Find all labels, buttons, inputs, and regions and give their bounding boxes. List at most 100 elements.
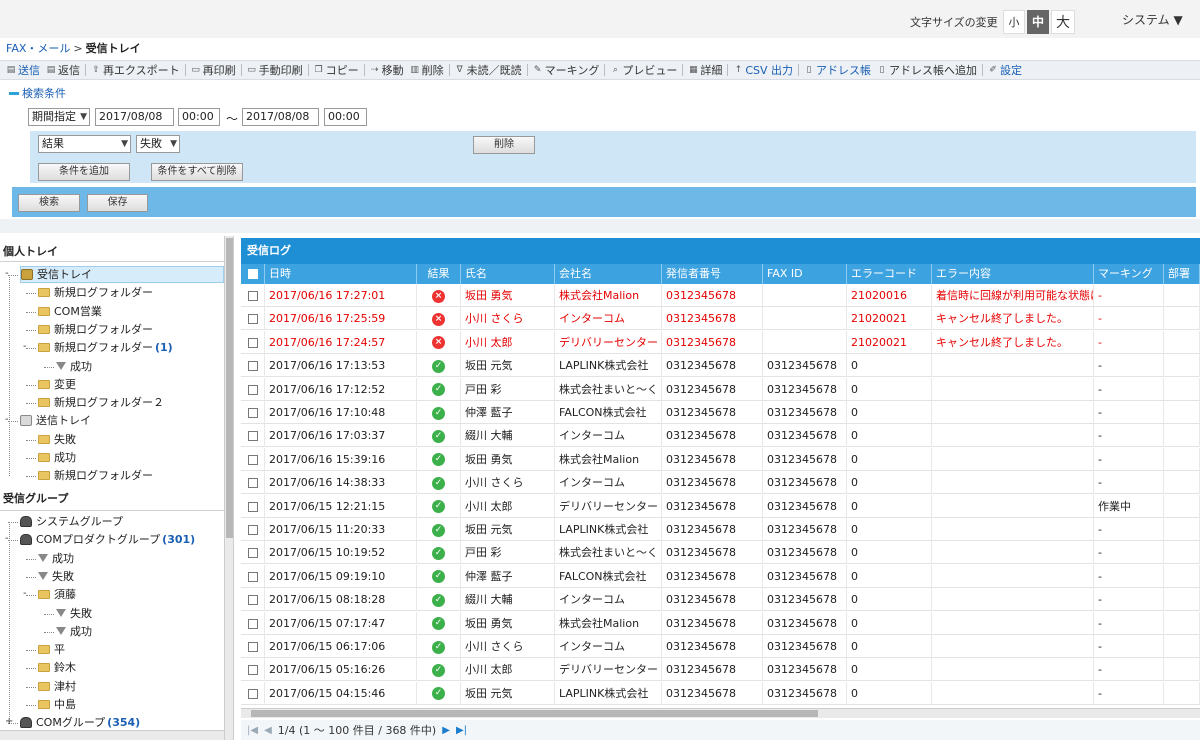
row-checkbox[interactable] [247, 525, 258, 535]
tree-horizontal-scrollbar[interactable] [0, 730, 224, 740]
row-checkbox[interactable] [247, 595, 258, 606]
next-page-icon[interactable]: ▶ [442, 725, 450, 736]
column-header[interactable]: FAX ID [763, 264, 847, 284]
tree-node[interactable]: 変更 [38, 376, 76, 393]
table-horizontal-scrollbar[interactable] [241, 708, 1200, 718]
tree-node[interactable]: 失敗 [56, 605, 92, 622]
toolbar-button-15[interactable]: ✐ 設定 [988, 62, 1028, 78]
row-checkbox[interactable] [247, 454, 258, 465]
last-page-icon[interactable]: ▶| [456, 725, 467, 736]
toolbar-button-0[interactable]: ▤ 送信 [6, 62, 46, 78]
tree-node[interactable]: 受信トレイ [20, 266, 224, 283]
row-checkbox[interactable] [247, 642, 258, 652]
toolbar-button-14[interactable]: ▯ アドレス帳へ追加 [877, 62, 983, 78]
row-checkbox[interactable] [247, 431, 258, 442]
search-conditions-toggle[interactable]: 検索条件 [9, 85, 66, 101]
tree-node[interactable]: 成功 [56, 358, 92, 375]
toolbar-button-13[interactable]: ▯ アドレス帳 [804, 62, 877, 78]
condition-field-select[interactable]: 結果 ▼ [38, 135, 131, 153]
system-menu[interactable]: システム ▼ [1122, 11, 1183, 28]
add-condition-button[interactable]: 条件を追加 [38, 163, 130, 181]
toolbar-button-9[interactable]: ✎ マーキング [533, 62, 606, 78]
row-checkbox[interactable] [247, 384, 258, 395]
row-checkbox[interactable] [247, 478, 258, 489]
tree-node[interactable]: COM営業 [38, 303, 102, 320]
toolbar-button-1[interactable]: ▤ 返信 [46, 62, 86, 78]
toolbar-button-11[interactable]: ▦ 詳細 [688, 62, 728, 78]
table-row[interactable]: 2017/06/15 07:17:47 ✓ 坂田 勇気 株式会社Malion 03123… [241, 611, 1200, 635]
select-all-checkbox[interactable] [247, 269, 258, 279]
column-header[interactable]: エラー内容 [932, 264, 1094, 284]
column-header[interactable]: 氏名 [461, 264, 555, 284]
tree-node[interactable]: 津村 [38, 678, 76, 695]
search-button[interactable]: 検索 [18, 194, 80, 212]
tree-node[interactable]: 失敗 [38, 568, 74, 585]
tree-node[interactable]: COMプロダクトグループ (301) [20, 531, 195, 548]
tree-node[interactable]: 平 [38, 641, 65, 658]
table-row[interactable]: 2017/06/15 06:17:06 ✓ 小川 さくら インターコム 03123456… [241, 635, 1200, 658]
tree-node[interactable]: 新規ログフォルダー [38, 321, 153, 338]
column-header[interactable]: 日時 [265, 264, 417, 284]
row-checkbox[interactable] [247, 501, 258, 512]
delete-all-conditions-button[interactable]: 条件をすべて削除 [151, 163, 243, 181]
toolbar-button-2[interactable]: ⇪ 再エクスポート [91, 62, 186, 78]
row-checkbox[interactable] [247, 314, 258, 325]
collapse-icon[interactable]: - [23, 589, 27, 599]
date-from-input[interactable]: 2017/08/08 [95, 108, 174, 126]
toolbar-button-6[interactable]: ⇢ 移動 [370, 62, 410, 78]
first-page-icon[interactable]: |◀ [247, 725, 258, 736]
time-to-input[interactable]: 00:00 [324, 108, 367, 126]
table-row[interactable]: 2017/06/16 17:27:01 × 坂田 勇気 株式会社Malion 03123… [241, 284, 1200, 307]
row-checkbox[interactable] [247, 665, 258, 676]
table-row[interactable]: 2017/06/15 11:20:33 ✓ 坂田 元気 LAPLINK株式会社 0312… [241, 518, 1200, 541]
toolbar-button-3[interactable]: ▭ 再印刷 [191, 62, 242, 78]
toolbar-button-4[interactable]: ▭ 手動印刷 [247, 62, 309, 78]
table-row[interactable]: 2017/06/15 09:19:10 ✓ 仲澤 藍子 FALCON株式会社 03123… [241, 564, 1200, 588]
row-checkbox[interactable] [247, 361, 258, 372]
time-from-input[interactable]: 00:00 [178, 108, 220, 126]
row-checkbox[interactable] [247, 688, 258, 699]
table-row[interactable]: 2017/06/16 17:12:52 ✓ 戸田 彩株式会社まいと～く 0312345… [241, 377, 1200, 401]
collapse-icon[interactable]: - [23, 342, 27, 352]
column-header[interactable]: 会社名 [555, 264, 662, 284]
toolbar-button-5[interactable]: ❐ コピー [314, 62, 365, 78]
breadcrumb-parent-link[interactable]: FAX・メール [6, 42, 70, 55]
tree-node[interactable]: 鈴木 [38, 659, 76, 676]
table-row[interactable]: 2017/06/15 12:21:15 ✓ 小川 太郎 デリバリーセンター 031234… [241, 494, 1200, 518]
row-checkbox[interactable] [247, 291, 258, 301]
save-button[interactable]: 保存 [87, 194, 148, 212]
select-all-cell[interactable] [241, 264, 265, 284]
tree-node[interactable]: システムグループ [20, 513, 123, 530]
row-checkbox[interactable] [247, 571, 258, 582]
period-select[interactable]: 期間指定 ▼ [28, 108, 90, 126]
tree-node[interactable]: 成功 [38, 449, 76, 466]
column-header[interactable]: 部署 [1164, 264, 1200, 284]
previous-page-icon[interactable]: ◀ [264, 725, 272, 736]
table-row[interactable]: 2017/06/16 17:10:48 ✓ 仲澤 藍子 FALCON株式会社 03123… [241, 401, 1200, 424]
column-header[interactable]: マーキング [1094, 264, 1164, 284]
table-row[interactable]: 2017/06/16 17:13:53 ✓ 坂田 元気 LAPLINK株式会社 0312… [241, 354, 1200, 378]
table-row[interactable]: 2017/06/16 17:24:57 × 小川 太郎 デリバリーセンター 031234… [241, 330, 1200, 354]
toolbar-button-10[interactable]: ⌕ プレビュー [610, 62, 683, 78]
font-size-medium-button[interactable]: 中 [1027, 10, 1049, 34]
condition-value-select[interactable]: 失敗 ▼ [136, 135, 180, 153]
column-header[interactable]: 発信者番号 [662, 264, 763, 284]
column-header[interactable]: 結果 [417, 264, 461, 284]
toolbar-button-8[interactable]: ∇ 未読／既読 [455, 62, 528, 78]
table-row[interactable]: 2017/06/15 04:15:46 ✓ 坂田 元気 LAPLINK株式会社 0312… [241, 681, 1200, 705]
tree-node[interactable]: 成功 [38, 550, 74, 567]
date-to-input[interactable]: 2017/08/08 [242, 108, 319, 126]
table-row[interactable]: 2017/06/15 05:16:26 ✓ 小川 太郎 デリバリーセンター 031234… [241, 658, 1200, 682]
table-row[interactable]: 2017/06/15 10:19:52 ✓ 戸田 彩株式会社まいと～く 0312345… [241, 541, 1200, 565]
tree-node[interactable]: COMグループ (354) [20, 714, 140, 731]
table-row[interactable]: 2017/06/15 08:18:28 ✓ 綴川 大輔 インターコム 031234567… [241, 588, 1200, 612]
row-checkbox[interactable] [247, 548, 258, 559]
font-size-large-button[interactable]: 大 [1051, 10, 1075, 34]
tree-node[interactable]: 中島 [38, 696, 76, 713]
table-row[interactable]: 2017/06/16 15:39:16 ✓ 坂田 勇気 株式会社Malion 03123… [241, 447, 1200, 471]
tree-node[interactable]: 成功 [56, 623, 92, 640]
scrollbar-thumb[interactable] [251, 710, 818, 717]
tree-node[interactable]: 新規ログフォルダー [38, 284, 153, 301]
tree-node[interactable]: 新規ログフォルダー [38, 467, 153, 484]
row-checkbox[interactable] [247, 618, 258, 629]
